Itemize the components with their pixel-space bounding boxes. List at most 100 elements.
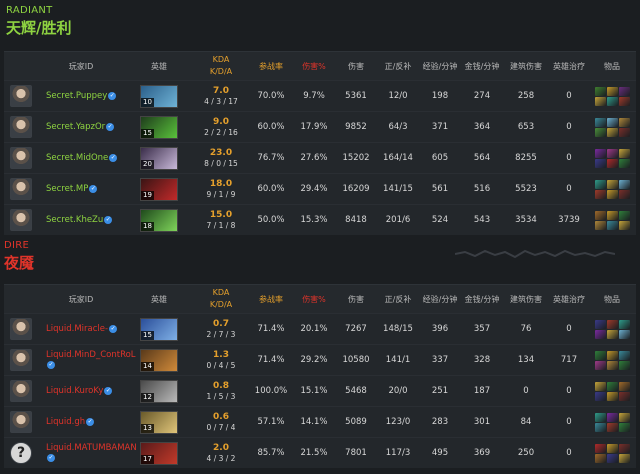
item-icon[interactable] xyxy=(606,350,618,360)
avatar[interactable] xyxy=(10,209,32,231)
item-icon[interactable] xyxy=(606,453,618,463)
avatar[interactable] xyxy=(10,147,32,169)
item-icon[interactable] xyxy=(606,86,618,96)
avatar[interactable] xyxy=(10,116,32,138)
item-icon[interactable] xyxy=(618,220,630,230)
item-icon[interactable] xyxy=(618,443,630,453)
col-building-damage[interactable]: 建筑伤害 xyxy=(502,294,550,305)
player-row[interactable]: Liquid.MinD_ContRoL✓ 14 1.3 0 / 4 / 5 71.4% 2… xyxy=(4,344,636,375)
item-icon[interactable] xyxy=(606,189,618,199)
col-participation[interactable]: 参战率 xyxy=(248,294,294,305)
item-icon[interactable] xyxy=(594,117,606,127)
hero-portrait[interactable]: 15 xyxy=(140,115,178,139)
item-icon[interactable] xyxy=(606,179,618,189)
item-icon[interactable] xyxy=(618,350,630,360)
item-icon[interactable] xyxy=(618,210,630,220)
col-xpm[interactable]: 经验/分钟 xyxy=(418,294,462,305)
item-icon[interactable] xyxy=(618,86,630,96)
item-icon[interactable] xyxy=(594,179,606,189)
player-row[interactable]: Liquid.KuroKy ✓ 12 0.8 1 / 5 / 3 100.0% 15.1% 5… xyxy=(4,375,636,406)
col-damage-pct[interactable]: 伤害% xyxy=(294,61,334,72)
hero-portrait[interactable]: 14 xyxy=(140,348,178,372)
item-icon[interactable] xyxy=(606,127,618,137)
item-icon[interactable] xyxy=(606,412,618,422)
player-name[interactable]: Secret.MP xyxy=(46,184,88,194)
player-name[interactable]: Liquid.MinD_ContRoL xyxy=(46,350,136,360)
item-icon[interactable] xyxy=(594,453,606,463)
item-icon[interactable] xyxy=(618,148,630,158)
hero-portrait[interactable]: 19 xyxy=(140,177,178,201)
item-icon[interactable] xyxy=(594,360,606,370)
item-icon[interactable] xyxy=(594,412,606,422)
item-icon[interactable] xyxy=(618,412,630,422)
player-row[interactable]: ? Liquid.MATUMBAMAN✓ 17 2.0 4 / 3 / 2 85.7% 21… xyxy=(4,437,636,468)
item-icon[interactable] xyxy=(606,319,618,329)
player-row[interactable]: Liquid.Miracle- ✓ 15 0.7 2 / 7 / 3 71.4% 20.1%… xyxy=(4,313,636,344)
col-gpm[interactable]: 金钱/分钟 xyxy=(462,294,502,305)
item-icon[interactable] xyxy=(594,443,606,453)
col-hero-heal[interactable]: 英雄治疗 xyxy=(550,294,588,305)
item-icon[interactable] xyxy=(594,158,606,168)
col-gpm[interactable]: 金钱/分钟 xyxy=(462,61,502,72)
avatar[interactable] xyxy=(10,85,32,107)
avatar[interactable]: ? xyxy=(10,442,32,464)
item-icon[interactable] xyxy=(594,329,606,339)
item-icon[interactable] xyxy=(618,453,630,463)
player-row[interactable]: Secret.YapzOr ✓ 15 9.0 2 / 2 / 16 60.0% 17.9% 9… xyxy=(4,111,636,142)
col-player-id[interactable]: 玩家ID xyxy=(38,61,124,72)
player-row[interactable]: Liquid.gh ✓ 13 0.6 0 / 7 / 4 57.1% 14.1% 5089 12… xyxy=(4,406,636,437)
item-icon[interactable] xyxy=(618,117,630,127)
col-damage[interactable]: 伤害 xyxy=(334,294,378,305)
item-icon[interactable] xyxy=(594,96,606,106)
item-icon[interactable] xyxy=(606,381,618,391)
player-name[interactable]: Secret.YapzOr xyxy=(46,122,105,132)
item-icon[interactable] xyxy=(606,117,618,127)
item-icon[interactable] xyxy=(606,422,618,432)
player-name[interactable]: Liquid.gh xyxy=(46,417,85,427)
item-icon[interactable] xyxy=(618,179,630,189)
item-icon[interactable] xyxy=(594,350,606,360)
avatar[interactable] xyxy=(10,349,32,371)
avatar[interactable] xyxy=(10,380,32,402)
avatar[interactable] xyxy=(10,411,32,433)
item-icon[interactable] xyxy=(594,391,606,401)
col-damage-pct[interactable]: 伤害% xyxy=(294,294,334,305)
item-icon[interactable] xyxy=(606,391,618,401)
col-hero[interactable]: 英雄 xyxy=(124,294,194,305)
col-participation[interactable]: 参战率 xyxy=(248,61,294,72)
item-icon[interactable] xyxy=(606,443,618,453)
player-row[interactable]: Secret.Puppey ✓ 10 7.0 4 / 3 / 17 70.0% 9.7% 53… xyxy=(4,80,636,111)
player-name[interactable]: Secret.Puppey xyxy=(46,91,107,101)
item-icon[interactable] xyxy=(618,422,630,432)
hero-portrait[interactable]: 17 xyxy=(140,441,178,465)
item-icon[interactable] xyxy=(618,391,630,401)
item-icon[interactable] xyxy=(618,381,630,391)
player-row[interactable]: Secret.MidOne ✓ 20 23.0 8 / 0 / 15 76.7% 27.6%… xyxy=(4,142,636,173)
item-icon[interactable] xyxy=(618,189,630,199)
item-icon[interactable] xyxy=(594,86,606,96)
hero-portrait[interactable]: 10 xyxy=(140,84,178,108)
item-icon[interactable] xyxy=(594,381,606,391)
hero-portrait[interactable]: 18 xyxy=(140,208,178,232)
player-name[interactable]: Liquid.KuroKy xyxy=(46,386,103,396)
item-icon[interactable] xyxy=(618,96,630,106)
col-building-damage[interactable]: 建筑伤害 xyxy=(502,61,550,72)
item-icon[interactable] xyxy=(606,329,618,339)
player-name[interactable]: Liquid.Miracle- xyxy=(46,324,108,334)
item-icon[interactable] xyxy=(606,360,618,370)
col-kda[interactable]: KDA K/D/A xyxy=(194,54,248,78)
item-icon[interactable] xyxy=(594,127,606,137)
player-row[interactable]: Secret.MP ✓ 19 18.0 9 / 1 / 9 60.0% 29.4% 16209… xyxy=(4,173,636,204)
item-icon[interactable] xyxy=(618,360,630,370)
item-icon[interactable] xyxy=(606,220,618,230)
player-name[interactable]: Secret.MidOne xyxy=(46,153,108,163)
avatar[interactable] xyxy=(10,178,32,200)
col-hero[interactable]: 英雄 xyxy=(124,61,194,72)
item-icon[interactable] xyxy=(594,148,606,158)
item-icon[interactable] xyxy=(606,210,618,220)
item-icon[interactable] xyxy=(594,422,606,432)
col-hero-heal[interactable]: 英雄治疗 xyxy=(550,61,588,72)
item-icon[interactable] xyxy=(594,210,606,220)
hero-portrait[interactable]: 15 xyxy=(140,317,178,341)
col-last-hits[interactable]: 正/反补 xyxy=(378,294,418,305)
